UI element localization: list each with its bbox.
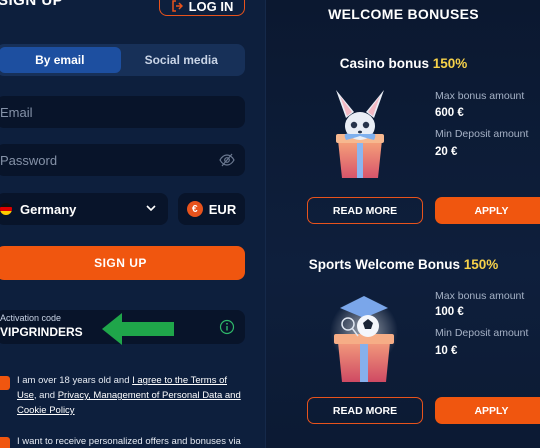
country-select[interactable]: Germany — [0, 193, 168, 225]
euro-icon: € — [186, 201, 203, 217]
sports-min-label: Min Deposit amount — [435, 327, 529, 339]
sports-bonus-name: Sports Welcome Bonus — [308, 257, 460, 272]
info-icon[interactable] — [219, 319, 235, 335]
sports-bonus-percent: 150% — [463, 257, 499, 272]
germany-flag-icon — [0, 203, 12, 215]
currency-select[interactable]: € EUR — [178, 193, 245, 225]
sports-min-value: 10 € — [435, 345, 458, 357]
tab-social-media[interactable]: Social media — [121, 47, 243, 73]
offers-checkbox[interactable] — [0, 437, 10, 448]
casino-max-value: 600 € — [435, 107, 464, 119]
signup-panel: SIGN UP LOG IN By email Social media Ema… — [0, 0, 265, 448]
casino-read-more-button[interactable]: READ MORE — [307, 197, 423, 224]
sports-apply-button[interactable]: APPLY — [435, 397, 540, 424]
chevron-down-icon — [146, 205, 156, 212]
casino-max-label: Max bonus amount — [435, 90, 525, 102]
country-value: Germany — [20, 201, 77, 217]
login-icon — [171, 0, 183, 12]
email-placeholder: Email — [0, 104, 33, 120]
offers-text: I want to receive personalized offers an… — [17, 436, 241, 447]
currency-value: EUR — [208, 201, 237, 217]
login-label: LOG IN — [188, 0, 234, 14]
sports-max-value: 100 € — [435, 306, 464, 318]
tab-by-email[interactable]: By email — [0, 47, 121, 73]
terms-prefix: I am over 18 years old and — [17, 375, 133, 386]
fox-gift-illustration — [336, 90, 384, 178]
casino-bonus-title: Casino bonus 150% — [266, 56, 540, 71]
terms-text: I am over 18 years old and I agree to th… — [17, 373, 249, 418]
signup-title: SIGN UP — [0, 0, 64, 9]
casino-min-label: Min Deposit amount — [435, 128, 529, 140]
password-placeholder: Password — [0, 152, 58, 168]
welcome-bonuses-panel: WELCOME BONUSES Casino bonus 150% Max bo… — [265, 0, 540, 448]
signup-button[interactable]: SIGN UP — [0, 246, 245, 280]
casino-bonus-name: Casino bonus — [339, 56, 429, 71]
sports-read-more-button[interactable]: READ MORE — [307, 397, 423, 424]
password-field[interactable]: Password — [0, 144, 245, 176]
terms-middle: , and — [33, 390, 58, 401]
casino-apply-button[interactable]: APPLY — [435, 197, 540, 224]
soccer-gift-illustration — [330, 296, 398, 382]
eye-slash-icon[interactable] — [219, 152, 235, 168]
sports-max-label: Max bonus amount — [435, 290, 525, 302]
sports-bonus-title: Sports Welcome Bonus 150% — [266, 257, 540, 272]
welcome-bonuses-title: WELCOME BONUSES — [328, 6, 479, 22]
casino-min-value: 20 € — [435, 146, 458, 158]
terms-checkbox[interactable] — [0, 376, 10, 390]
email-field[interactable]: Email — [0, 96, 245, 128]
green-arrow-annotation — [102, 313, 174, 345]
signup-method-tabs: By email Social media — [0, 44, 245, 76]
casino-bonus-percent: 150% — [432, 56, 468, 71]
login-button[interactable]: LOG IN — [159, 0, 245, 16]
